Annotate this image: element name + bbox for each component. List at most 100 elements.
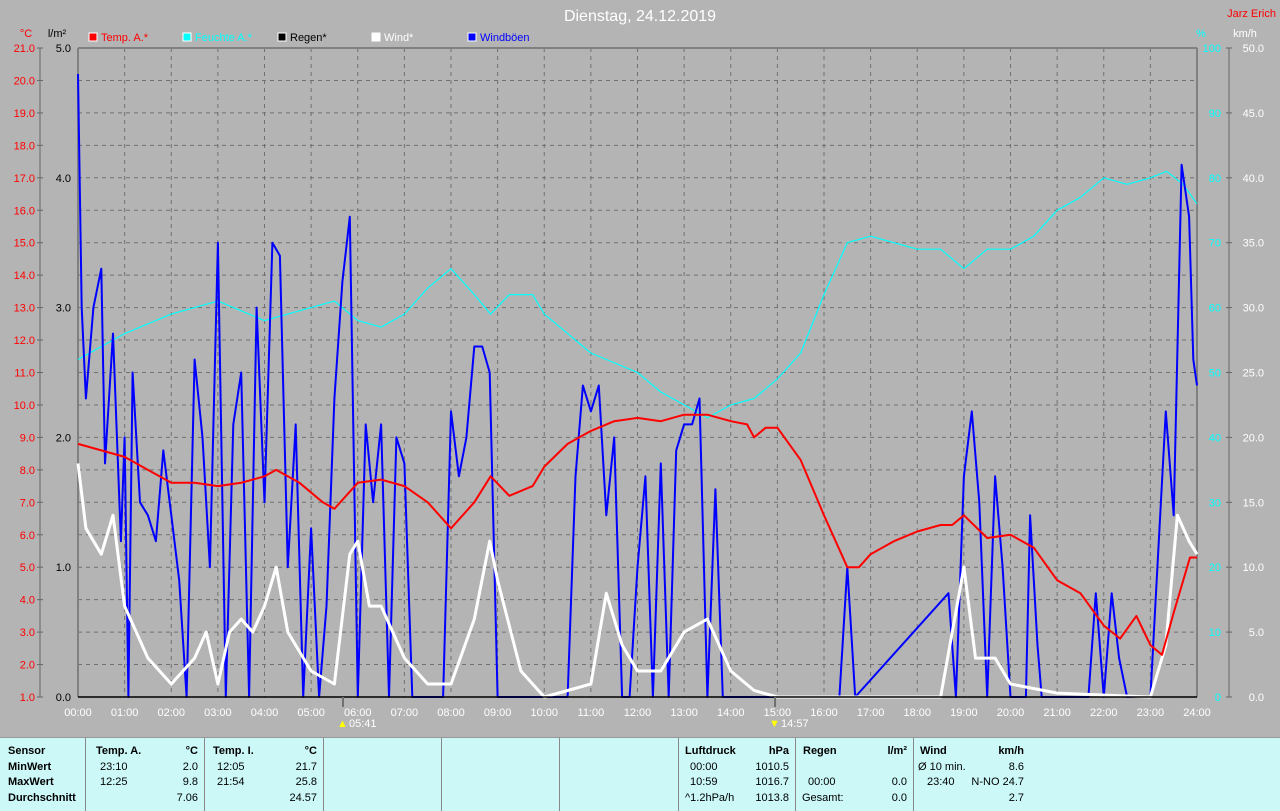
rain-tick-label: 3.0: [56, 303, 71, 315]
pressure-column: Luftdruck hPa 00:00 1010.5 10:59 1016.7 ^1.…: [679, 738, 796, 811]
temp-tick-label: 21.0: [14, 43, 35, 55]
temp-tick-label: 8.0: [20, 465, 35, 477]
sensor-header: Sensor: [8, 745, 46, 757]
rain-tick-label: 2.0: [56, 432, 71, 444]
humidity-tick-label: 30: [1209, 497, 1221, 509]
temp-tick-label: 1.0: [20, 692, 35, 704]
x-tick-label: 05:00: [297, 707, 325, 719]
wind-tick-label: 50.0: [1243, 43, 1264, 55]
temp-indoor-column: Temp. I. °C 12:05 21.7 21:54 25.8 24.57: [205, 738, 324, 811]
temp-tick-label: 4.0: [20, 595, 35, 607]
temp-tick-label: 9.0: [20, 432, 35, 444]
temp-i-max-time: 21:54: [217, 776, 245, 788]
pressure-max-time: 10:59: [690, 776, 718, 788]
x-tick-label: 19:00: [950, 707, 978, 719]
wind-column: Wind km/h Ø 10 min. 8.6 23:40 N-NO 24.7 2.7: [914, 738, 1030, 811]
x-tick-label: 01:00: [111, 707, 139, 719]
temp-tick-label: 7.0: [20, 497, 35, 509]
temp-a-avg: 7.06: [176, 791, 198, 804]
legend-swatch: [371, 32, 381, 42]
x-tick-label: 09:00: [484, 707, 512, 719]
legend-swatch: [467, 32, 477, 42]
sunset-time: 14:57: [781, 718, 809, 730]
x-tick-label: 18:00: [903, 707, 931, 719]
humidity-tick-label: 0: [1215, 692, 1221, 704]
wind-tick-label: 0.0: [1249, 692, 1264, 704]
wind-tick-label: 25.0: [1243, 368, 1264, 380]
wind-tick-label: 15.0: [1243, 497, 1264, 509]
x-tick-label: 23:00: [1137, 707, 1165, 719]
humidity-unit-label: %: [1196, 28, 1206, 40]
wind-tick-label: 20.0: [1243, 432, 1264, 444]
empty-column: [442, 738, 560, 811]
wind-avg: 8.6: [1008, 760, 1024, 773]
sensor-column: Sensor MinWert MaxWert Durchschnitt: [0, 738, 86, 811]
x-tick-label: 02:00: [157, 707, 185, 719]
rain-total: 0.0: [891, 791, 907, 804]
temp-outdoor-column: Temp. A. °C 23:10 2.0 12:25 9.8 7.06: [86, 738, 205, 811]
sunset-icon: ▼: [769, 718, 780, 730]
wind-max: N-NO 24.7: [971, 776, 1024, 788]
temp-a-max-time: 12:25: [100, 776, 128, 788]
pressure-avg: 1013.8: [755, 791, 789, 804]
legend-label: Regen*: [290, 32, 327, 44]
pressure-unit: hPa: [768, 745, 789, 757]
legend-swatch: [88, 32, 98, 42]
x-tick-label: 11:00: [578, 707, 605, 719]
pressure-min: 1010.5: [755, 760, 789, 773]
row-label-max: MaxWert: [8, 776, 54, 788]
row-label-avg: Durchschnitt: [8, 791, 76, 804]
rain-tick-label: 0.0: [56, 692, 71, 704]
wind-tick-label: 40.0: [1243, 173, 1264, 185]
temp-a-min-time: 23:10: [100, 760, 128, 773]
wind-tick-label: 5.0: [1249, 627, 1264, 639]
temp-tick-label: 11.0: [14, 368, 35, 380]
rain-column: Regen l/m² 00:00 0.0 Gesamt: 0.0: [796, 738, 914, 811]
wind-tick-label: 30.0: [1243, 303, 1264, 315]
x-tick-label: 08:00: [437, 707, 465, 719]
pressure-min-time: 00:00: [690, 760, 718, 773]
temp-tick-label: 5.0: [20, 562, 35, 574]
statistics-panel: Sensor MinWert MaxWert Durchschnitt Temp…: [0, 737, 1280, 811]
temp-a-unit: °C: [185, 745, 198, 757]
temp-tick-label: 13.0: [14, 303, 35, 315]
legend-label: Wind*: [384, 32, 414, 44]
rain-unit: l/m²: [887, 745, 907, 757]
legend-label: Windböen: [480, 32, 530, 44]
wind-tick-label: 45.0: [1243, 108, 1264, 120]
legend-label: Temp. A.*: [101, 32, 149, 44]
temp-unit-label: °C: [20, 28, 32, 40]
x-tick-label: 12:00: [624, 707, 652, 719]
wind-max-time: 23:40: [927, 776, 955, 788]
rain-tick-label: 1.0: [56, 562, 71, 574]
temp-tick-label: 6.0: [20, 530, 35, 542]
humidity-tick-label: 70: [1209, 238, 1221, 250]
temp-i-min: 21.7: [295, 760, 317, 773]
temp-tick-label: 15.0: [14, 238, 35, 250]
temp-tick-label: 19.0: [14, 108, 35, 120]
row-label-min: MinWert: [8, 760, 52, 773]
x-tick-label: 04:00: [251, 707, 279, 719]
wind-mean: 2.7: [1008, 791, 1024, 804]
humidity-tick-label: 80: [1209, 173, 1221, 185]
temp-i-header: Temp. I.: [213, 745, 254, 757]
sunrise-time: 05:41: [349, 718, 377, 730]
author-label: Jarz Erich: [1227, 8, 1276, 20]
empty-column: [560, 738, 679, 811]
wind-tick-label: 35.0: [1243, 238, 1264, 250]
temp-a-min: 2.0: [182, 760, 198, 773]
humidity-tick-label: 50: [1209, 368, 1221, 380]
humidity-tick-label: 20: [1209, 562, 1221, 574]
x-tick-label: 16:00: [810, 707, 838, 719]
pressure-max: 1016.7: [755, 776, 789, 788]
legend-label: Feuchte A.*: [195, 32, 253, 44]
x-tick-label: 03:00: [204, 707, 232, 719]
x-tick-label: 20:00: [997, 707, 1025, 719]
temp-tick-label: 20.0: [14, 75, 35, 87]
x-tick-label: 22:00: [1090, 707, 1118, 719]
rain-header: Regen: [803, 745, 837, 757]
x-tick-label: 10:00: [530, 707, 558, 719]
temp-i-max: 25.8: [295, 776, 317, 788]
pressure-header: Luftdruck: [685, 745, 736, 757]
humidity-tick-label: 90: [1209, 108, 1221, 120]
